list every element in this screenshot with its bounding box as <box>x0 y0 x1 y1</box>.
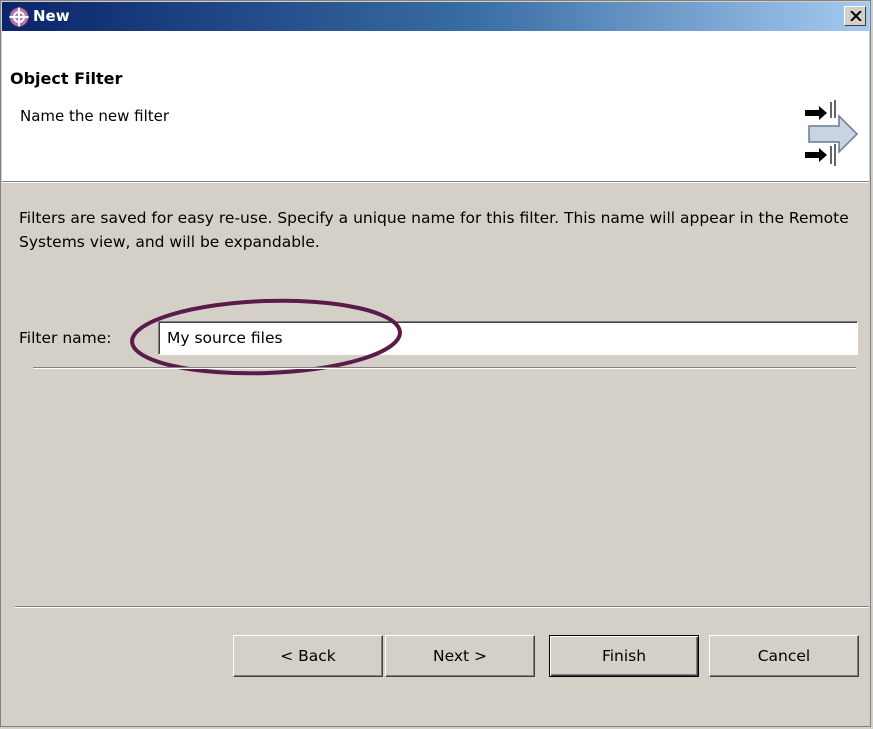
filter-name-label: Filter name: <box>19 329 112 347</box>
back-button-label: < Back <box>280 647 336 665</box>
header-divider <box>2 182 869 183</box>
new-wizard-dialog: New Object Filter Name the new filter Fi… <box>0 0 871 727</box>
finish-button[interactable]: Finish <box>549 635 699 677</box>
title-bar[interactable]: New <box>2 2 869 31</box>
finish-button-label: Finish <box>601 647 647 665</box>
wizard-header: Object Filter Name the new filter <box>2 31 869 182</box>
description-text: Filters are saved for easy re-use. Speci… <box>19 209 849 251</box>
page-title: Object Filter <box>10 69 123 88</box>
close-icon <box>850 11 862 21</box>
field-divider <box>33 367 856 369</box>
next-button-label: Next > <box>432 647 488 665</box>
eclipse-new-wizard-icon <box>9 7 29 27</box>
wizard-arrows-icon <box>805 100 859 166</box>
window-title: New <box>33 7 70 25</box>
page-subtitle: Name the new filter <box>20 107 170 125</box>
cancel-button[interactable]: Cancel <box>709 635 859 677</box>
back-button[interactable]: < Back <box>233 635 383 677</box>
cancel-button-label: Cancel <box>757 647 811 665</box>
button-bar-divider <box>15 606 869 608</box>
next-button[interactable]: Next > <box>385 635 535 677</box>
close-button[interactable] <box>844 6 866 26</box>
